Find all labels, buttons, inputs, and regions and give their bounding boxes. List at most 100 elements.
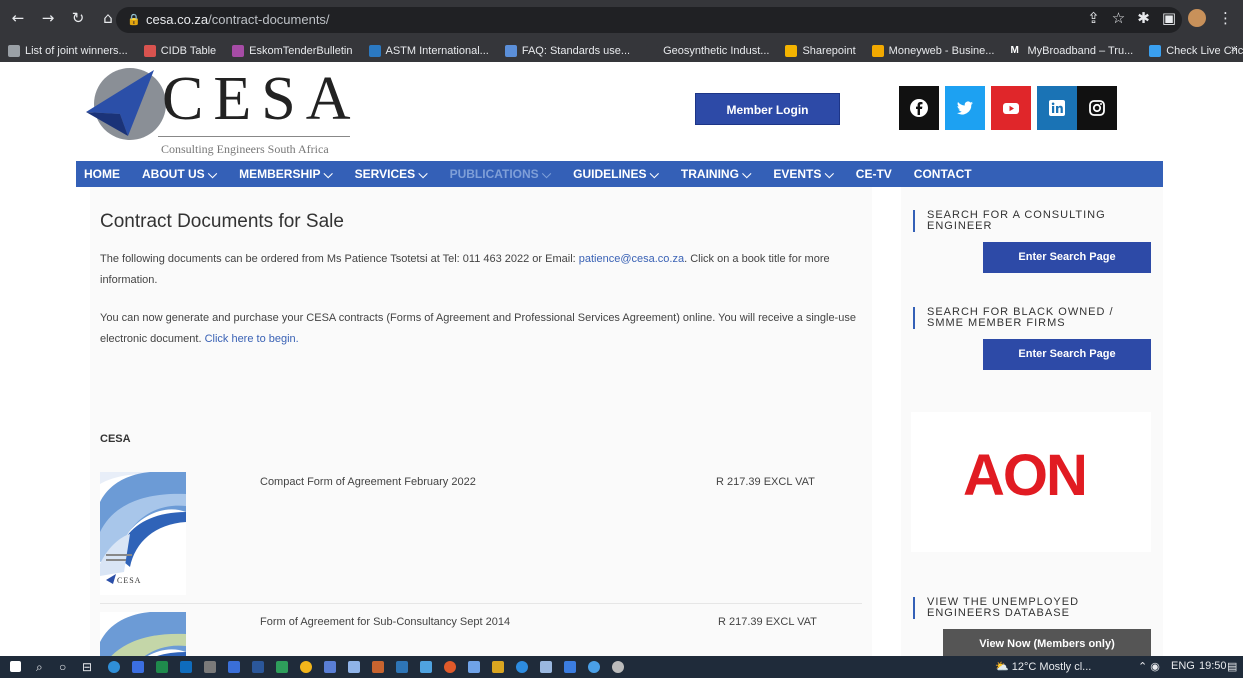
back-icon[interactable]: ←: [10, 9, 26, 27]
logo-emblem-icon: [86, 68, 166, 140]
app-icon[interactable]: [612, 661, 624, 673]
database-heading: VIEW THE UNEMPLOYED ENGINEERS DATABASE: [913, 597, 1079, 619]
bookmark-item[interactable]: FAQ: Standards use...: [504, 45, 630, 57]
search-icon[interactable]: ⌕: [36, 660, 43, 675]
document-cover[interactable]: CESA: [100, 612, 186, 656]
bookmark-item[interactable]: Sharepoint: [785, 45, 856, 57]
facebook-icon[interactable]: [899, 86, 939, 130]
logo-divider: [158, 136, 350, 137]
home-icon[interactable]: ⌂: [100, 9, 116, 27]
heading-line: SMME MEMBER FIRMS: [927, 317, 1066, 329]
weather-icon: ⛅: [995, 661, 1012, 673]
clock[interactable]: 19:50: [1199, 660, 1227, 672]
intro-paragraph: The following documents can be ordered f…: [100, 249, 870, 291]
cortana-icon[interactable]: ○: [59, 660, 66, 674]
nav-item[interactable]: EVENTS ⌵: [773, 167, 833, 182]
more-bookmarks-icon[interactable]: »: [1231, 43, 1237, 55]
document-row[interactable]: CESA Form of Agreement for Sub-Consultan…: [100, 612, 862, 656]
app-icon[interactable]: [468, 661, 480, 673]
star-icon[interactable]: ☆: [1112, 9, 1125, 27]
document-title[interactable]: Form of Agreement for Sub-Consultancy Se…: [260, 616, 510, 628]
app-icon[interactable]: [276, 661, 288, 673]
notifications-icon[interactable]: ▤: [1227, 660, 1237, 673]
bookmark-item[interactable]: M MyBroadband – Tru...: [1010, 45, 1133, 57]
bookmark-item[interactable]: ASTM International...: [368, 45, 489, 57]
onedrive-icon[interactable]: [588, 661, 600, 673]
app-icon[interactable]: [420, 661, 432, 673]
nav-item[interactable]: CONTACT: [914, 167, 972, 181]
app-icon[interactable]: [372, 661, 384, 673]
bookmark-label: Sharepoint: [802, 45, 856, 57]
edge-icon[interactable]: [108, 661, 120, 673]
app-icon[interactable]: [492, 661, 504, 673]
app-icon[interactable]: [516, 661, 528, 673]
page-title: Contract Documents for Sale: [100, 211, 344, 232]
cover-art-icon: CESA: [100, 472, 186, 595]
document-row[interactable]: CESA Compact Form of Agreement February …: [100, 472, 862, 597]
browser-actions: ⇪ ☆ ✱ ▣ ⋮: [1087, 9, 1233, 27]
document-title[interactable]: Compact Form of Agreement February 2022: [260, 476, 476, 488]
menu-icon[interactable]: ⋮: [1218, 9, 1233, 27]
nav-item[interactable]: ABOUT US ⌵: [142, 167, 217, 182]
chrome-icon[interactable]: [300, 661, 312, 673]
main-content: Contract Documents for Sale The followin…: [90, 187, 872, 656]
linkedin-icon[interactable]: [1037, 86, 1077, 130]
nav-item[interactable]: SERVICES ⌵: [355, 167, 428, 182]
cesa-logo[interactable]: CESA Consulting Engineers South Africa: [84, 64, 374, 160]
consulting-search-heading: SEARCH FOR A CONSULTING ENGINEER: [913, 210, 1106, 232]
bookmark-item[interactable]: Geosynthetic Indust...: [646, 45, 769, 57]
nav-item[interactable]: MEMBERSHIP ⌵: [239, 167, 333, 182]
nav-item[interactable]: TRAINING ⌵: [681, 167, 751, 182]
member-login-button[interactable]: Member Login: [695, 93, 840, 125]
word-icon[interactable]: [252, 661, 264, 673]
aon-advert[interactable]: AON: [911, 412, 1151, 552]
windows-start-icon[interactable]: [10, 661, 21, 672]
bookmark-favicon-icon: M: [1010, 45, 1019, 56]
bookmark-item[interactable]: CIDB Table: [143, 45, 217, 57]
youtube-icon[interactable]: [991, 86, 1031, 130]
tray-icons[interactable]: ⌃ ◉: [1138, 660, 1160, 673]
app-icon[interactable]: [324, 661, 336, 673]
address-bar[interactable]: 🔒 cesa.co.za/contract-documents/: [116, 7, 1182, 33]
nav-item[interactable]: PUBLICATIONS ⌵: [450, 167, 552, 182]
bookmark-label: CIDB Table: [160, 45, 217, 57]
bookmark-label: EskomTenderBulletin: [249, 45, 353, 57]
bookmark-item[interactable]: EskomTenderBulletin: [232, 45, 353, 57]
excel-icon[interactable]: [156, 661, 168, 673]
app-icon[interactable]: [204, 661, 216, 673]
bookmark-item[interactable]: Check Live Cricket S...: [1149, 45, 1243, 57]
weather-widget[interactable]: ⛅ 12°C Mostly cl...: [995, 660, 1091, 673]
share-icon[interactable]: ⇪: [1087, 9, 1100, 27]
app-icon[interactable]: [228, 661, 240, 673]
email-link[interactable]: patience@cesa.co.za: [579, 253, 684, 265]
bookmark-item[interactable]: List of joint winners...: [8, 45, 128, 57]
nav-item[interactable]: CE-TV: [856, 167, 892, 181]
bookmark-favicon-icon: [143, 45, 156, 57]
profile-avatar[interactable]: [1188, 9, 1206, 27]
begin-link[interactable]: Click here to begin.: [205, 333, 299, 345]
document-cover[interactable]: CESA: [100, 472, 186, 595]
consulting-search-button[interactable]: Enter Search Page: [983, 242, 1151, 273]
app-icon[interactable]: [396, 661, 408, 673]
sidepanel-icon[interactable]: ▣: [1162, 9, 1176, 27]
bookmark-favicon-icon: [871, 45, 884, 57]
instagram-icon[interactable]: [1077, 86, 1117, 130]
bookmark-item[interactable]: Moneyweb - Busine...: [871, 45, 994, 57]
view-database-button[interactable]: View Now (Members only): [943, 629, 1151, 656]
app-icon[interactable]: [564, 661, 576, 673]
heading-line: ENGINEER: [927, 220, 993, 232]
outlook-icon[interactable]: [180, 661, 192, 673]
task-view-icon[interactable]: ⊟: [82, 660, 92, 674]
app-icon[interactable]: [348, 661, 360, 673]
twitter-icon[interactable]: [945, 86, 985, 130]
bbbee-search-button[interactable]: Enter Search Page: [983, 339, 1151, 370]
language-indicator[interactable]: ENG: [1171, 660, 1195, 672]
extensions-icon[interactable]: ✱: [1137, 9, 1150, 27]
app-icon[interactable]: [444, 661, 456, 673]
app-icon[interactable]: [540, 661, 552, 673]
forward-icon[interactable]: →: [40, 9, 56, 27]
app-icon[interactable]: [132, 661, 144, 673]
reload-icon[interactable]: ↻: [70, 9, 86, 27]
nav-item[interactable]: HOME: [84, 167, 120, 181]
nav-item[interactable]: GUIDELINES ⌵: [573, 167, 659, 182]
